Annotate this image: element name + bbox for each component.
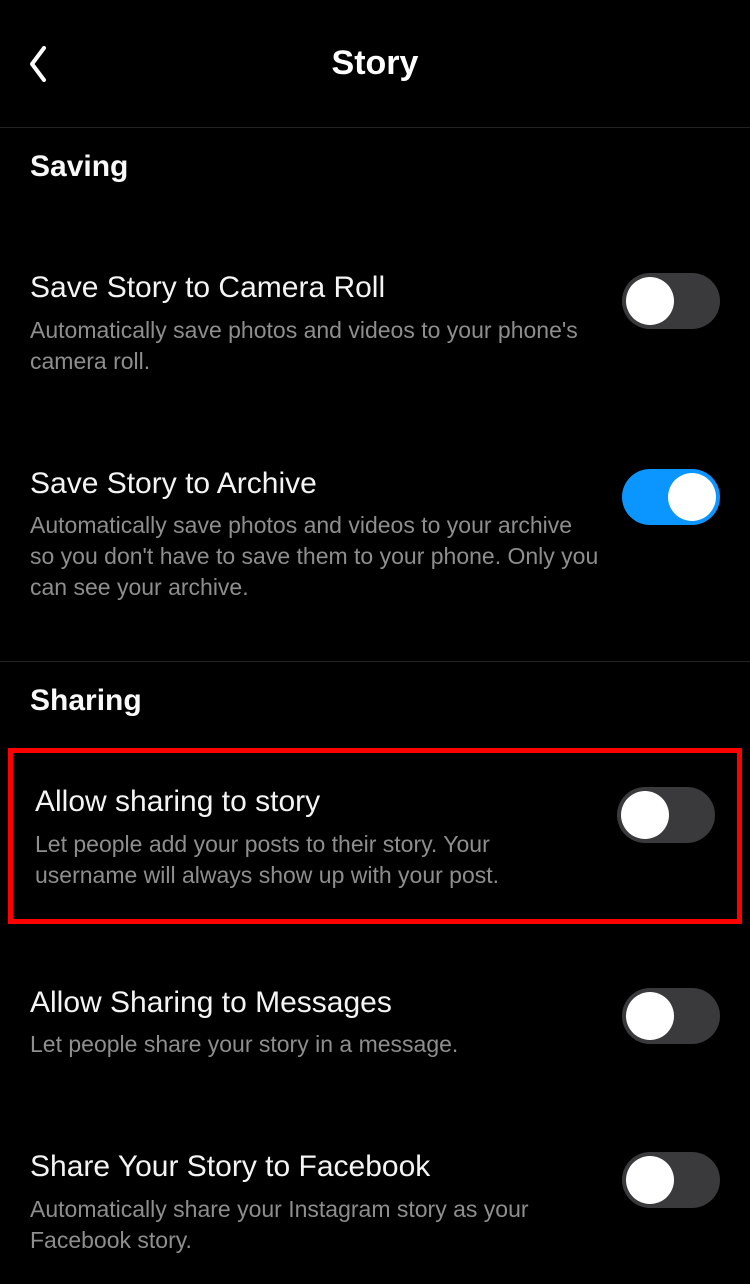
setting-text: Share Your Story to Facebook Automatical… (30, 1148, 622, 1256)
toggle-knob (621, 791, 669, 839)
setting-title: Share Your Story to Facebook (30, 1148, 602, 1186)
setting-desc: Automatically share your Instagram story… (30, 1194, 602, 1256)
toggle-knob (626, 992, 674, 1040)
header: Story (0, 0, 750, 128)
setting-save-camera-roll: Save Story to Camera Roll Automatically … (0, 239, 750, 405)
setting-text: Save Story to Archive Automatically save… (30, 465, 622, 604)
toggle-allow-sharing-messages[interactable] (622, 988, 720, 1044)
setting-title: Save Story to Camera Roll (30, 269, 602, 307)
toggle-knob (626, 1156, 674, 1204)
setting-text: Allow Sharing to Messages Let people sha… (30, 984, 622, 1061)
chevron-left-icon (26, 44, 50, 84)
setting-allow-sharing-messages: Allow Sharing to Messages Let people sha… (0, 954, 750, 1089)
setting-save-archive: Save Story to Archive Automatically save… (0, 435, 750, 632)
setting-desc: Automatically save photos and videos to … (30, 510, 602, 603)
setting-title: Allow Sharing to Messages (30, 984, 602, 1022)
setting-desc: Let people share your story in a message… (30, 1029, 602, 1060)
setting-text: Save Story to Camera Roll Automatically … (30, 269, 622, 377)
setting-title: Save Story to Archive (30, 465, 602, 503)
setting-allow-sharing-story: Allow sharing to story Let people add yo… (8, 748, 742, 924)
setting-desc: Automatically save photos and videos to … (30, 315, 602, 377)
setting-title: Allow sharing to story (35, 783, 597, 821)
section-header-sharing: Sharing (0, 662, 750, 718)
toggle-allow-sharing-story[interactable] (617, 787, 715, 843)
section-header-saving: Saving (0, 128, 750, 184)
setting-text: Allow sharing to story Let people add yo… (35, 783, 617, 891)
toggle-knob (626, 277, 674, 325)
toggle-save-camera-roll[interactable] (622, 273, 720, 329)
toggle-knob (668, 473, 716, 521)
toggle-save-archive[interactable] (622, 469, 720, 525)
back-button[interactable] (18, 44, 58, 84)
setting-desc: Let people add your posts to their story… (35, 829, 597, 891)
setting-share-facebook: Share Your Story to Facebook Automatical… (0, 1118, 750, 1284)
toggle-share-facebook[interactable] (622, 1152, 720, 1208)
page-title: Story (332, 44, 419, 83)
